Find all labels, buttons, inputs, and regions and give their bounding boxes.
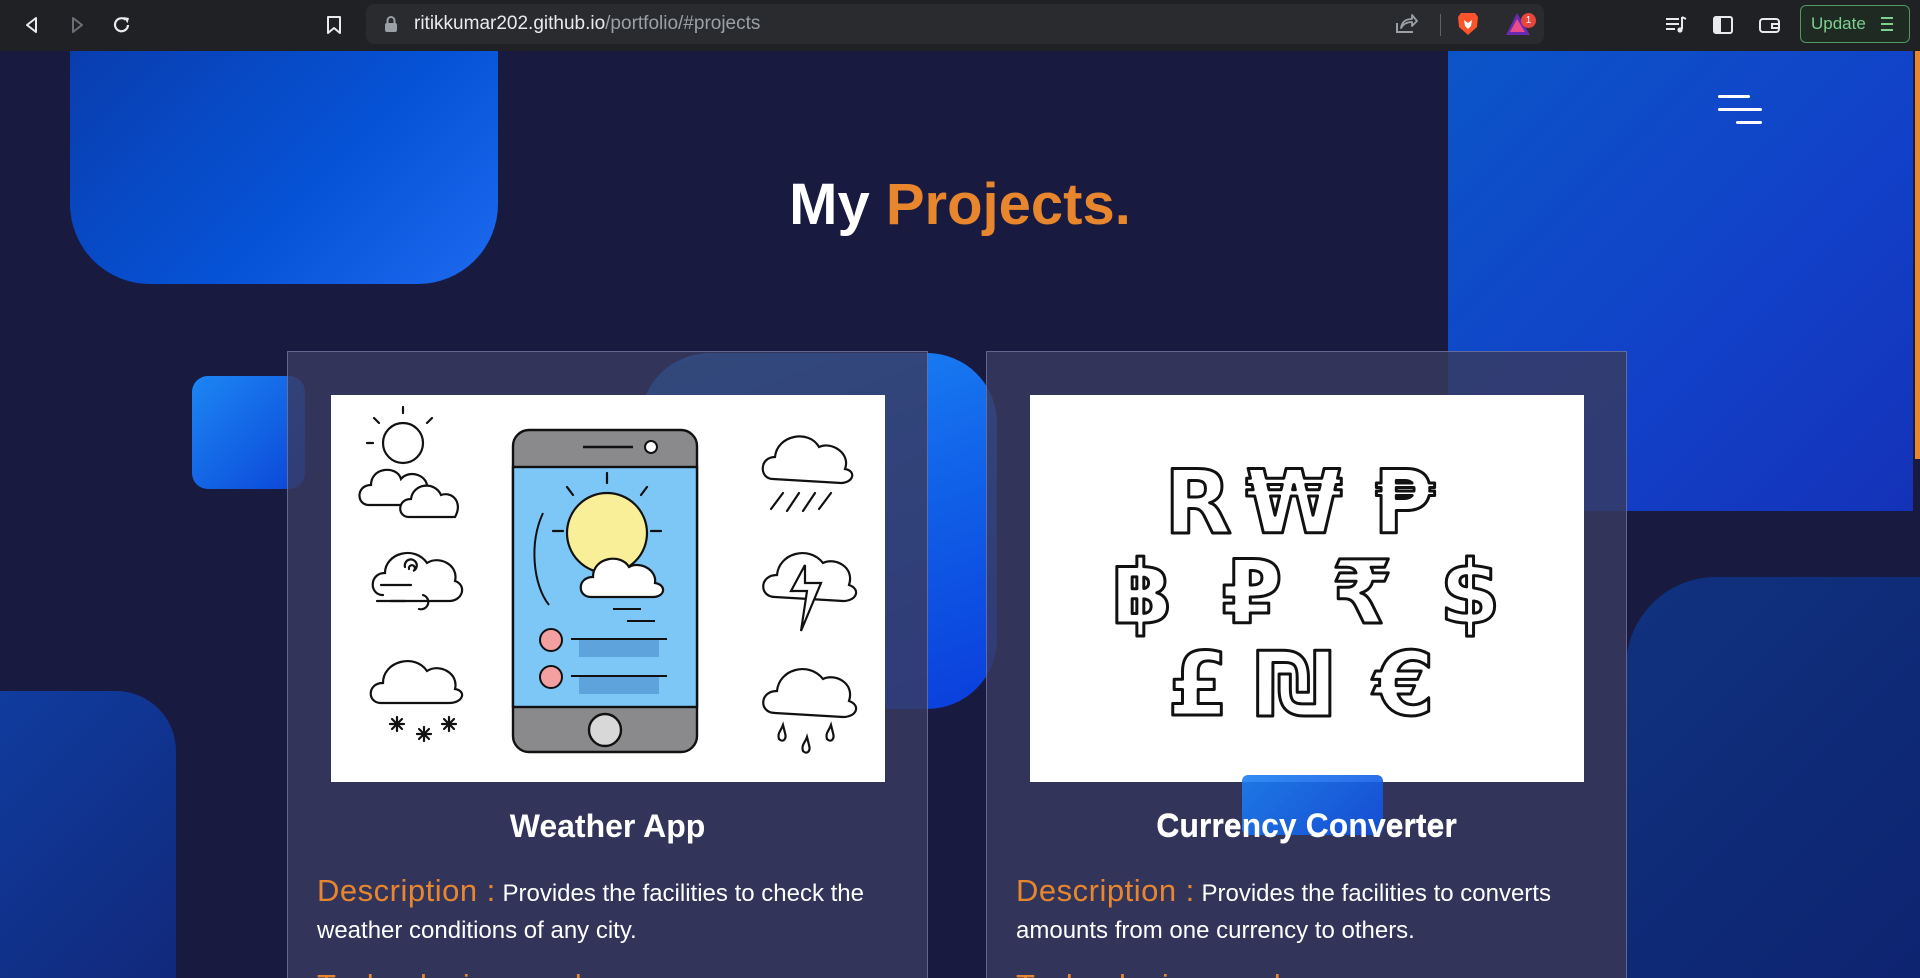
update-button[interactable]: Update bbox=[1800, 5, 1910, 43]
decorative-blob bbox=[1242, 775, 1383, 835]
currency-symbol: R bbox=[1164, 451, 1232, 554]
reload-icon[interactable] bbox=[107, 10, 137, 40]
rewards-badge: 1 bbox=[1521, 13, 1536, 28]
wallet-icon[interactable] bbox=[1755, 10, 1785, 40]
currency-symbol: $ bbox=[1439, 541, 1500, 644]
media-queue-icon[interactable] bbox=[1661, 10, 1691, 40]
forward-icon[interactable] bbox=[62, 10, 92, 40]
update-button-label: Update bbox=[1811, 14, 1866, 33]
currency-symbol: ₹ bbox=[1331, 541, 1392, 644]
technologies-label: Technologies used : bbox=[317, 968, 601, 978]
decorative-blob bbox=[1626, 577, 1920, 978]
browser-toolbar: ritikkumar202.github.io/portfolio/#proje… bbox=[0, 0, 1920, 51]
weather-illustration-icon bbox=[331, 395, 885, 782]
currency-symbols-illustration-icon: R ₩ ₱ ฿ ₽ ₹ $ £ ₪ € bbox=[1030, 395, 1584, 782]
projects-page: My Projects. Weather App Description: P… bbox=[0, 51, 1920, 978]
nav-menu-icon[interactable] bbox=[1714, 93, 1762, 129]
brave-rewards-icon[interactable]: 1 bbox=[1504, 10, 1536, 38]
project-description: Description : Provides the facilities to… bbox=[317, 872, 907, 949]
description-label: Description : bbox=[1016, 873, 1195, 908]
hamburger-menu-icon bbox=[1880, 15, 1894, 33]
project-card: Weather App Description : Provides the f… bbox=[287, 351, 928, 978]
currency-symbol: £ bbox=[1167, 633, 1228, 736]
bookmark-icon[interactable] bbox=[319, 10, 349, 40]
back-icon[interactable] bbox=[17, 10, 47, 40]
url-text: ritikkumar202.github.io/portfolio/#proje… bbox=[414, 13, 761, 34]
description-label: Description : bbox=[317, 873, 496, 908]
brave-shields-icon[interactable] bbox=[1456, 11, 1480, 37]
currency-symbol: ₱ bbox=[1373, 451, 1435, 554]
decorative-blob bbox=[70, 51, 498, 284]
currency-symbol: € bbox=[1371, 633, 1434, 736]
technologies-label: Technologies used : bbox=[1016, 968, 1300, 978]
address-bar[interactable]: ritikkumar202.github.io/portfolio/#proje… bbox=[366, 4, 1544, 44]
scroll-indicator bbox=[1915, 51, 1920, 459]
omnibox-divider bbox=[1440, 14, 1441, 36]
decorative-blob bbox=[0, 691, 176, 978]
sidebar-icon[interactable] bbox=[1708, 10, 1738, 40]
share-icon[interactable] bbox=[1394, 13, 1418, 35]
lock-icon bbox=[384, 16, 398, 33]
currency-symbol: ฿ bbox=[1111, 541, 1172, 644]
project-title: Weather App bbox=[509, 808, 706, 844]
project-description: Description : Provides the facilities to… bbox=[1016, 872, 1606, 949]
project-card: R ₩ ₱ ฿ ₽ ₹ $ £ ₪ € Currency Converter D… bbox=[986, 351, 1627, 978]
currency-symbol: ₩ bbox=[1245, 451, 1342, 554]
currency-symbol: ₽ bbox=[1221, 541, 1282, 644]
page-title: My Projects. bbox=[789, 172, 1131, 237]
currency-symbol: ₪ bbox=[1254, 633, 1334, 736]
